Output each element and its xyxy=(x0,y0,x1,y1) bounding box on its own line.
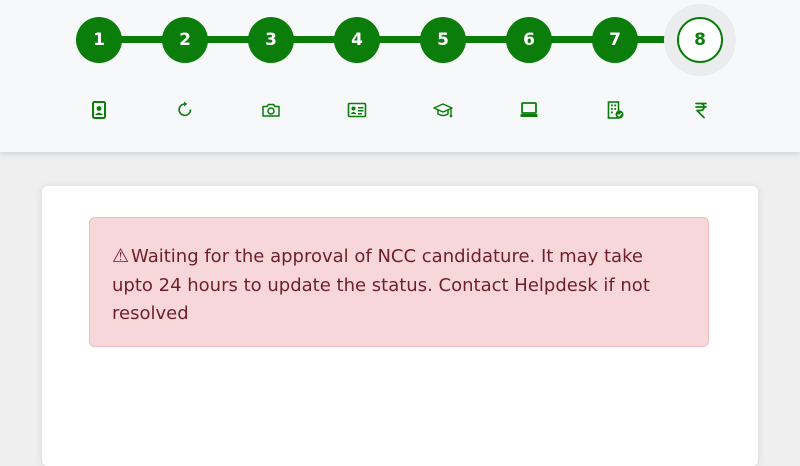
building-check-icon xyxy=(603,98,627,122)
warning-icon: ⚠ xyxy=(112,245,130,267)
rupee-icon xyxy=(689,98,713,122)
refresh-icon xyxy=(173,98,197,122)
alert-message: Waiting for the approval of NCC candidat… xyxy=(112,246,650,324)
step-7[interactable]: 7 xyxy=(592,17,638,63)
step-3[interactable]: 3 xyxy=(248,17,294,63)
step-2[interactable]: 2 xyxy=(162,17,208,63)
approval-pending-alert: ⚠ Waiting for the approval of NCC candida… xyxy=(89,217,709,347)
id-card-portrait-icon xyxy=(87,98,111,122)
graduation-cap-icon xyxy=(431,98,455,122)
camera-icon xyxy=(259,98,283,122)
step-6[interactable]: 6 xyxy=(506,17,552,63)
step-4[interactable]: 4 xyxy=(334,17,380,63)
id-card-icon xyxy=(345,98,369,122)
progress-stepper: 1 2 3 4 5 6 7 8 xyxy=(0,0,800,152)
step-5[interactable]: 5 xyxy=(420,17,466,63)
step-1[interactable]: 1 xyxy=(76,17,122,63)
step-8[interactable]: 8 xyxy=(677,17,723,63)
laptop-icon xyxy=(517,98,541,122)
